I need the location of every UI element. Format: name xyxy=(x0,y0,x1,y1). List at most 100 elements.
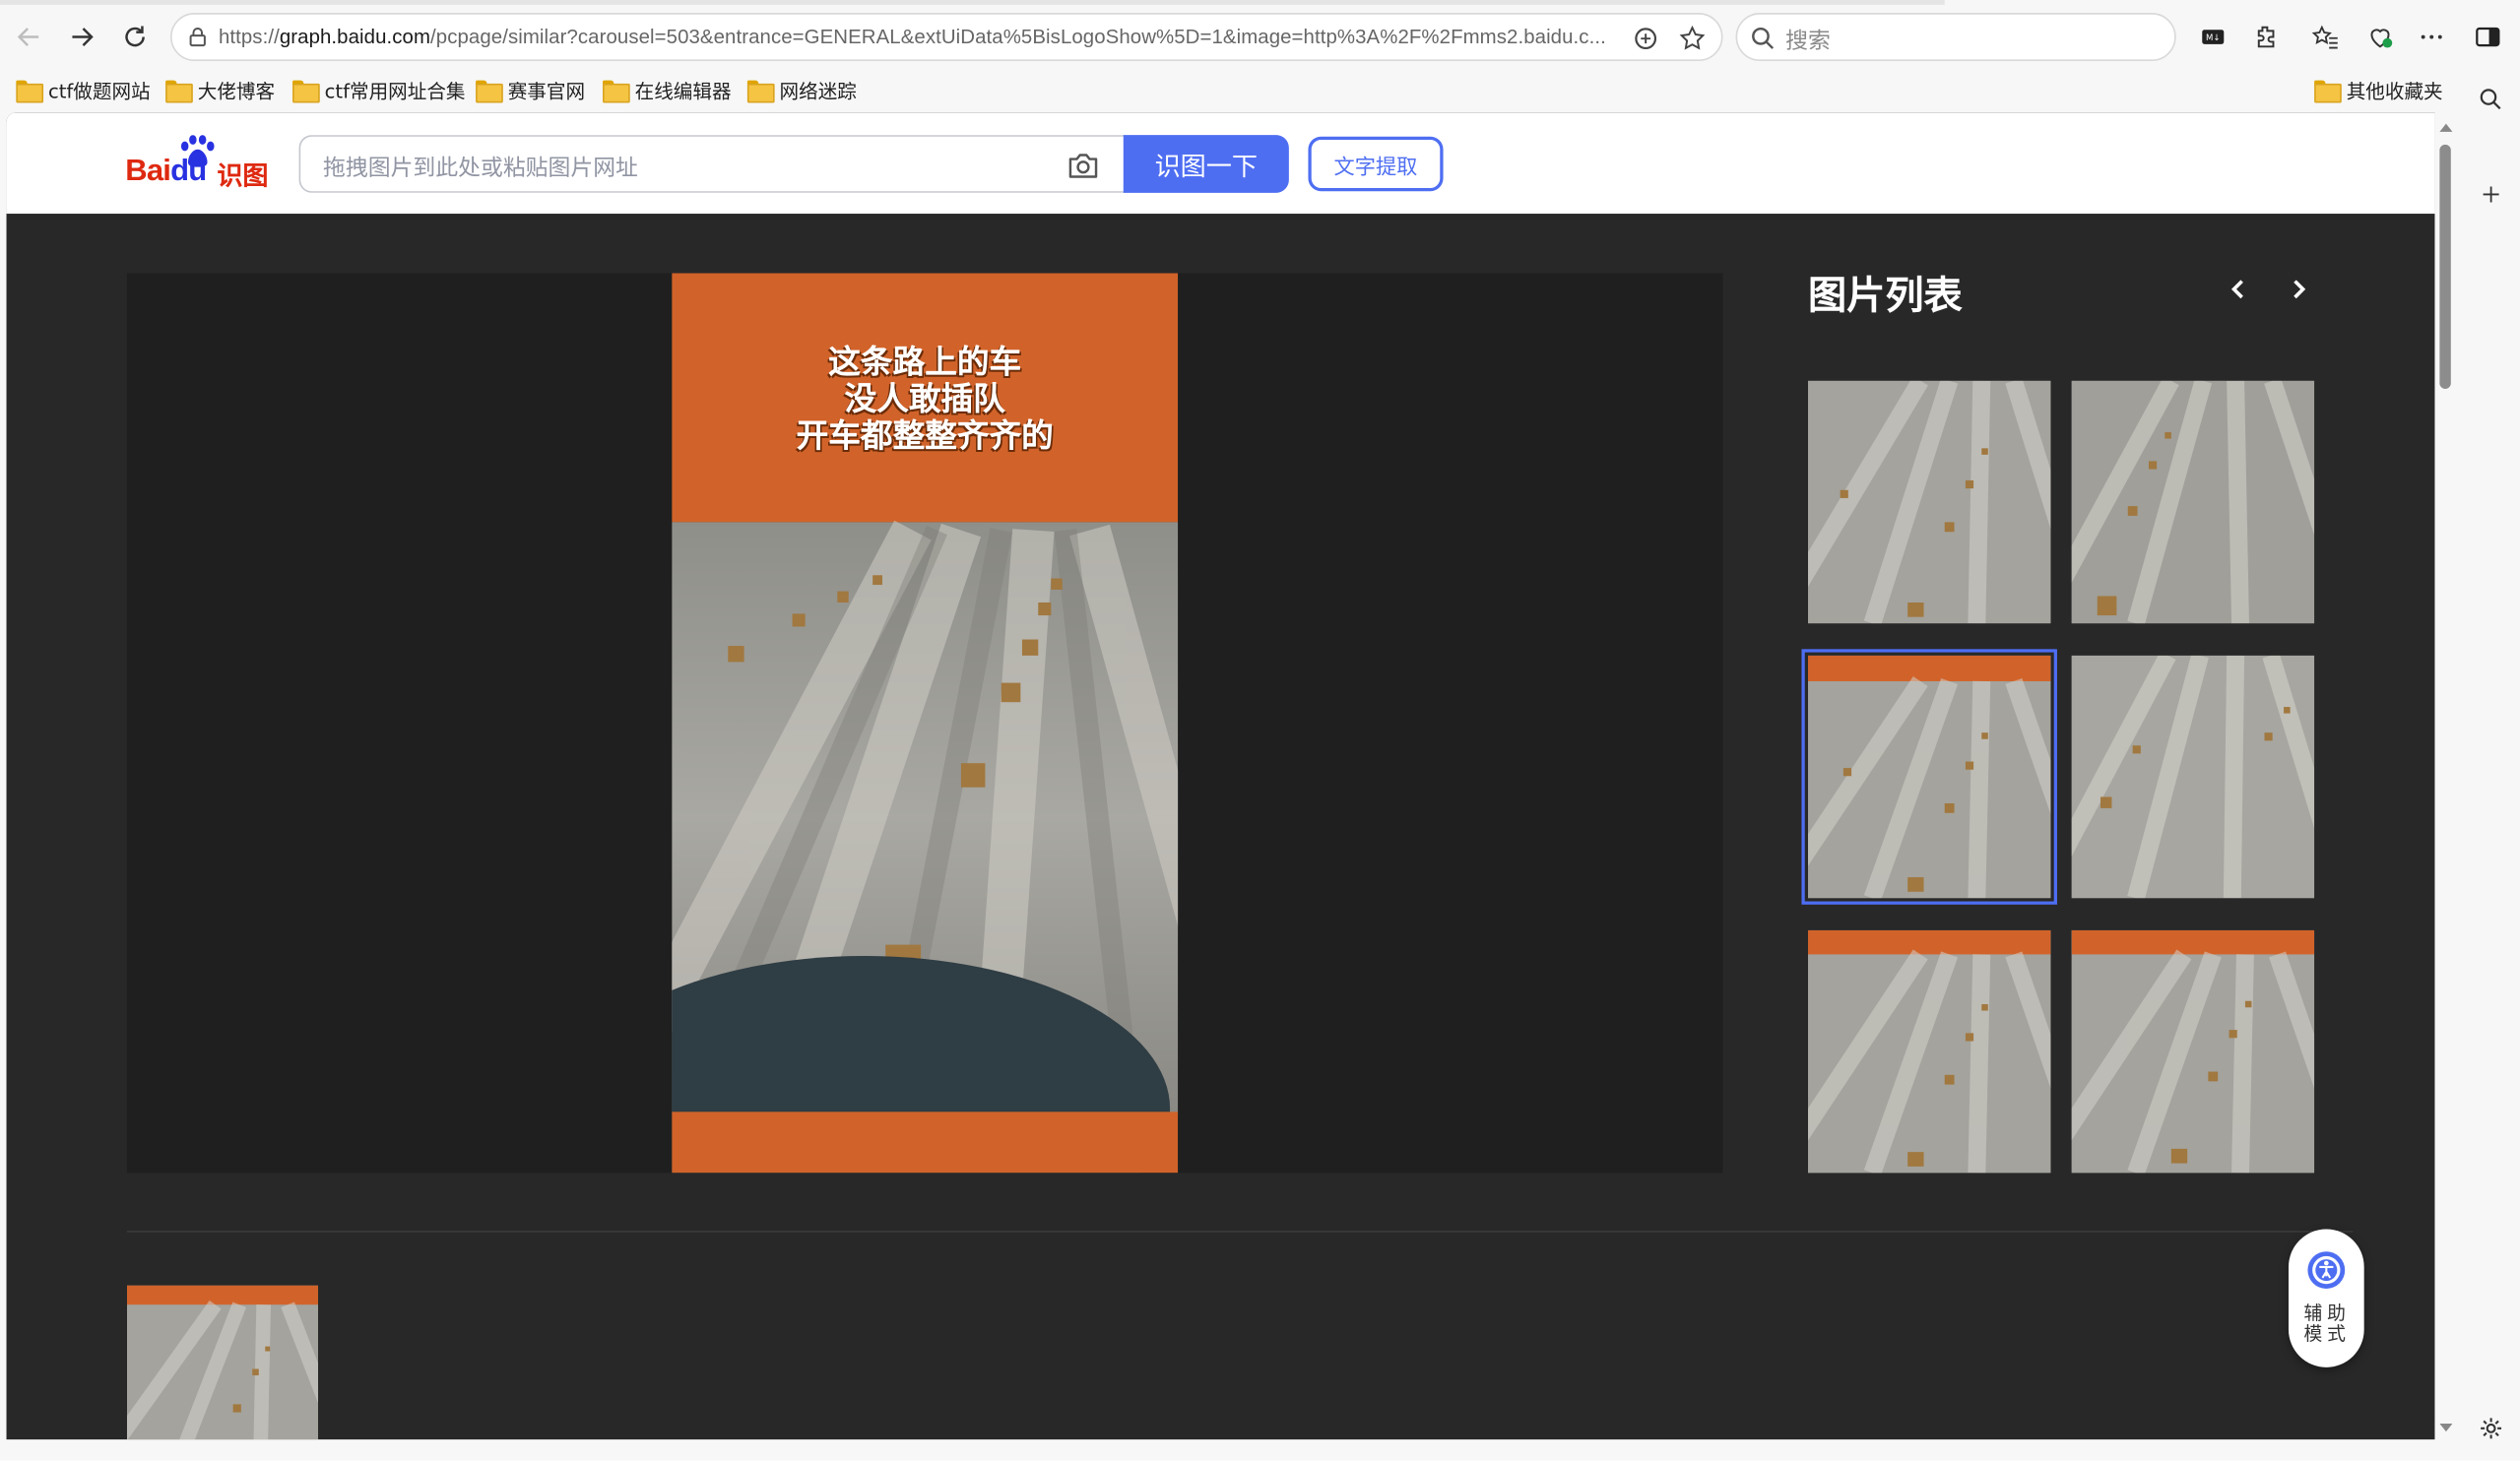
url-path: /pcpage/similar?carousel=503&entrance=GE… xyxy=(430,26,1606,48)
chevron-right-icon xyxy=(2294,280,2306,299)
heart-pulse-icon xyxy=(2370,29,2393,48)
bookmark-label: 其他收藏夹 xyxy=(2346,79,2443,102)
forward-button[interactable] xyxy=(63,18,101,56)
svg-text:M↓: M↓ xyxy=(2206,33,2221,43)
translate-icon[interactable] xyxy=(1631,24,1659,52)
bookmark-label: ctf做题网站 xyxy=(47,79,151,102)
refresh-icon xyxy=(125,26,145,47)
other-bookmarks-folder[interactable]: 其他收藏夹 xyxy=(2314,76,2443,104)
scroll-thumb[interactable] xyxy=(2439,144,2451,389)
ellipsis-icon xyxy=(2421,34,2442,39)
thumbnail-photo xyxy=(2071,929,2315,1174)
bookmark-folder[interactable]: 大佬博客 xyxy=(165,76,275,104)
image-list-title: 图片列表 xyxy=(1808,273,1963,319)
thumbnail[interactable] xyxy=(2071,380,2315,624)
refresh-button[interactable] xyxy=(116,18,155,56)
main-image-stage: 这条路上的车 没人敢插队 开车都整整齐齐的 xyxy=(126,273,1723,1174)
paw-icon xyxy=(180,135,215,167)
page-header: Baidu 识图 拖拽图片到此处或粘贴图片网址 识图一下 文字提取 xyxy=(6,112,2435,215)
image-url-input[interactable]: 拖拽图片到此处或粘贴图片网址 xyxy=(298,135,1126,193)
back-button[interactable] xyxy=(10,18,48,56)
sidebar-search-button[interactable] xyxy=(2475,84,2507,116)
folder-icon xyxy=(165,80,193,103)
browser-essentials-button[interactable] xyxy=(2364,21,2397,53)
thumbnail-photo xyxy=(126,1285,319,1440)
search-icon xyxy=(1752,27,1775,49)
section-divider xyxy=(126,1231,2354,1233)
thumbnail-photo xyxy=(1808,380,2051,624)
thumbnail-photo xyxy=(1808,929,2051,1174)
bookmark-label: 在线编辑器 xyxy=(634,79,732,102)
browser-search-placeholder: 搜索 xyxy=(1785,29,1831,55)
page-viewport: Baidu 识图 拖拽图片到此处或粘贴图片网址 识图一下 文字提取 这条路上的车… xyxy=(6,112,2435,1440)
address-bar[interactable]: https://graph.baidu.com/pcpage/similar?c… xyxy=(169,13,1723,62)
thumbnail[interactable] xyxy=(1808,380,2051,624)
tab-strip xyxy=(0,0,1945,5)
browser-search-box[interactable]: 搜索 xyxy=(1735,13,2176,62)
bookmark-folder[interactable]: 在线编辑器 xyxy=(603,76,732,104)
accessibility-icon xyxy=(2307,1251,2346,1289)
bookmark-label: 大佬博客 xyxy=(197,79,276,102)
arrow-left-icon xyxy=(17,28,39,46)
next-button[interactable] xyxy=(2282,273,2314,305)
thumbnail[interactable] xyxy=(1808,929,2051,1174)
folder-icon xyxy=(292,80,320,103)
bookmark-folder[interactable]: 网络迷踪 xyxy=(746,76,857,104)
url-text[interactable]: https://graph.baidu.com/pcpage/similar?c… xyxy=(219,26,1606,48)
scroll-up-icon[interactable] xyxy=(2439,122,2453,135)
window-bottom-edge xyxy=(0,1439,2463,1461)
logo-bai: Bai xyxy=(125,154,171,188)
browser-side-panel xyxy=(2462,74,2520,1461)
recognize-button[interactable]: 识图一下 xyxy=(1123,135,1289,193)
bookmark-label: 网络迷踪 xyxy=(779,79,857,102)
url-scheme: https:// xyxy=(218,26,280,48)
assist-mode-button[interactable]: 辅助模式 xyxy=(2288,1229,2364,1367)
thumbnail[interactable] xyxy=(2071,929,2315,1174)
url-domain: graph.baidu.com xyxy=(279,26,431,48)
reader-mode-button[interactable]: M↓ xyxy=(2197,21,2229,53)
thumbnail-selected[interactable] xyxy=(1801,649,2057,905)
puzzle-icon xyxy=(2257,26,2275,48)
folder-icon xyxy=(746,80,775,103)
image-caption: 这条路上的车 没人敢插队 开车都整整齐齐的 xyxy=(672,342,1178,455)
arrow-right-icon xyxy=(72,28,94,46)
bookmark-folder[interactable]: ctf常用网址合集 xyxy=(292,76,466,104)
bookmarks-bar: ctf做题网站 大佬博客 ctf常用网址合集 赛事官网 在线编辑器 网络迷踪 其… xyxy=(0,74,2520,112)
bookmark-label: ctf常用网址合集 xyxy=(324,79,466,102)
bottom-thumbnail[interactable] xyxy=(126,1285,319,1440)
reader-icon: M↓ xyxy=(2202,30,2225,44)
folder-icon xyxy=(2314,80,2342,103)
favorites-list-icon xyxy=(2311,25,2338,49)
thumbnail-photo xyxy=(1808,655,2051,899)
text-extract-button[interactable]: 文字提取 xyxy=(1308,136,1444,192)
bookmark-folder[interactable]: ctf做题网站 xyxy=(16,76,151,104)
prev-button[interactable] xyxy=(2223,273,2255,305)
bookmark-folder[interactable]: 赛事官网 xyxy=(476,76,585,104)
browser-toolbar: https://graph.baidu.com/pcpage/similar?c… xyxy=(0,0,2520,75)
thumbnail-photo xyxy=(2071,380,2315,624)
search-icon xyxy=(2480,89,2501,110)
main-image[interactable]: 这条路上的车 没人敢插队 开车都整整齐齐的 xyxy=(672,273,1179,1174)
page-scrollbar[interactable] xyxy=(2434,112,2458,1440)
camera-icon[interactable] xyxy=(1067,151,1100,179)
chevron-left-icon xyxy=(2230,280,2243,299)
extensions-button[interactable] xyxy=(2250,21,2283,53)
baidu-shitu-logo[interactable]: Baidu 识图 xyxy=(125,135,273,191)
favorite-star-icon[interactable] xyxy=(1678,24,1707,52)
thumbnail[interactable] xyxy=(2071,655,2315,899)
caption-line: 这条路上的车 xyxy=(828,342,1022,381)
more-menu-button[interactable] xyxy=(2416,21,2448,53)
caption-line: 没人敢插队 xyxy=(844,379,1005,418)
sidebar-add-button[interactable] xyxy=(2475,178,2507,211)
upload-placeholder: 拖拽图片到此处或粘贴图片网址 xyxy=(323,156,638,182)
sidebar-settings-button[interactable] xyxy=(2475,1413,2507,1445)
sidebar-toggle-button[interactable] xyxy=(2472,21,2504,53)
caption-line: 开车都整整齐齐的 xyxy=(796,415,1054,455)
favorites-button[interactable] xyxy=(2309,21,2342,53)
thumbnail-photo xyxy=(2071,655,2315,899)
scroll-down-icon[interactable] xyxy=(2439,1421,2453,1433)
lock-icon[interactable] xyxy=(186,26,209,48)
folder-icon xyxy=(603,80,630,103)
logo-shitu: 识图 xyxy=(217,160,269,192)
bookmark-label: 赛事官网 xyxy=(507,79,586,102)
